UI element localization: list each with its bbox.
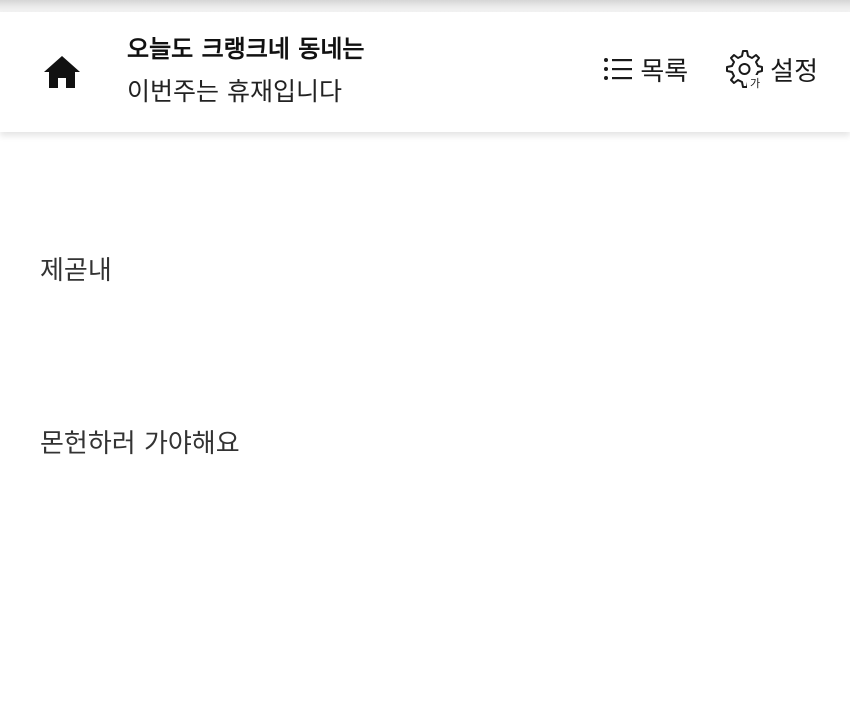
home-icon bbox=[44, 56, 80, 88]
status-bar-shadow bbox=[0, 0, 850, 12]
settings-icon-glyph: 가 bbox=[750, 77, 760, 90]
list-label: 목록 bbox=[640, 56, 689, 87]
list-button[interactable]: 목록 bbox=[602, 51, 688, 88]
header-titles: 오늘도 크랭크네 동네는 이번주는 휴재입니다 bbox=[127, 32, 365, 110]
settings-label: 설정 bbox=[770, 56, 818, 87]
font-settings-gear-icon: 가 bbox=[726, 50, 764, 90]
top-app-bar: 오늘도 크랭크네 동네는 이번주는 휴재입니다 목록 가 설정 bbox=[0, 12, 850, 132]
list-icon bbox=[604, 58, 633, 80]
paragraph: 몬헌하러 가야해요 bbox=[40, 429, 240, 459]
page-subtitle: 이번주는 휴재입니다 bbox=[127, 77, 342, 106]
page-title: 오늘도 크랭크네 동네는 bbox=[127, 35, 365, 63]
settings-button[interactable]: 가 설정 bbox=[722, 48, 818, 90]
header-actions: 목록 가 설정 bbox=[602, 48, 818, 90]
paragraph: 제곧내 bbox=[40, 256, 112, 286]
home-button[interactable] bbox=[40, 50, 84, 94]
